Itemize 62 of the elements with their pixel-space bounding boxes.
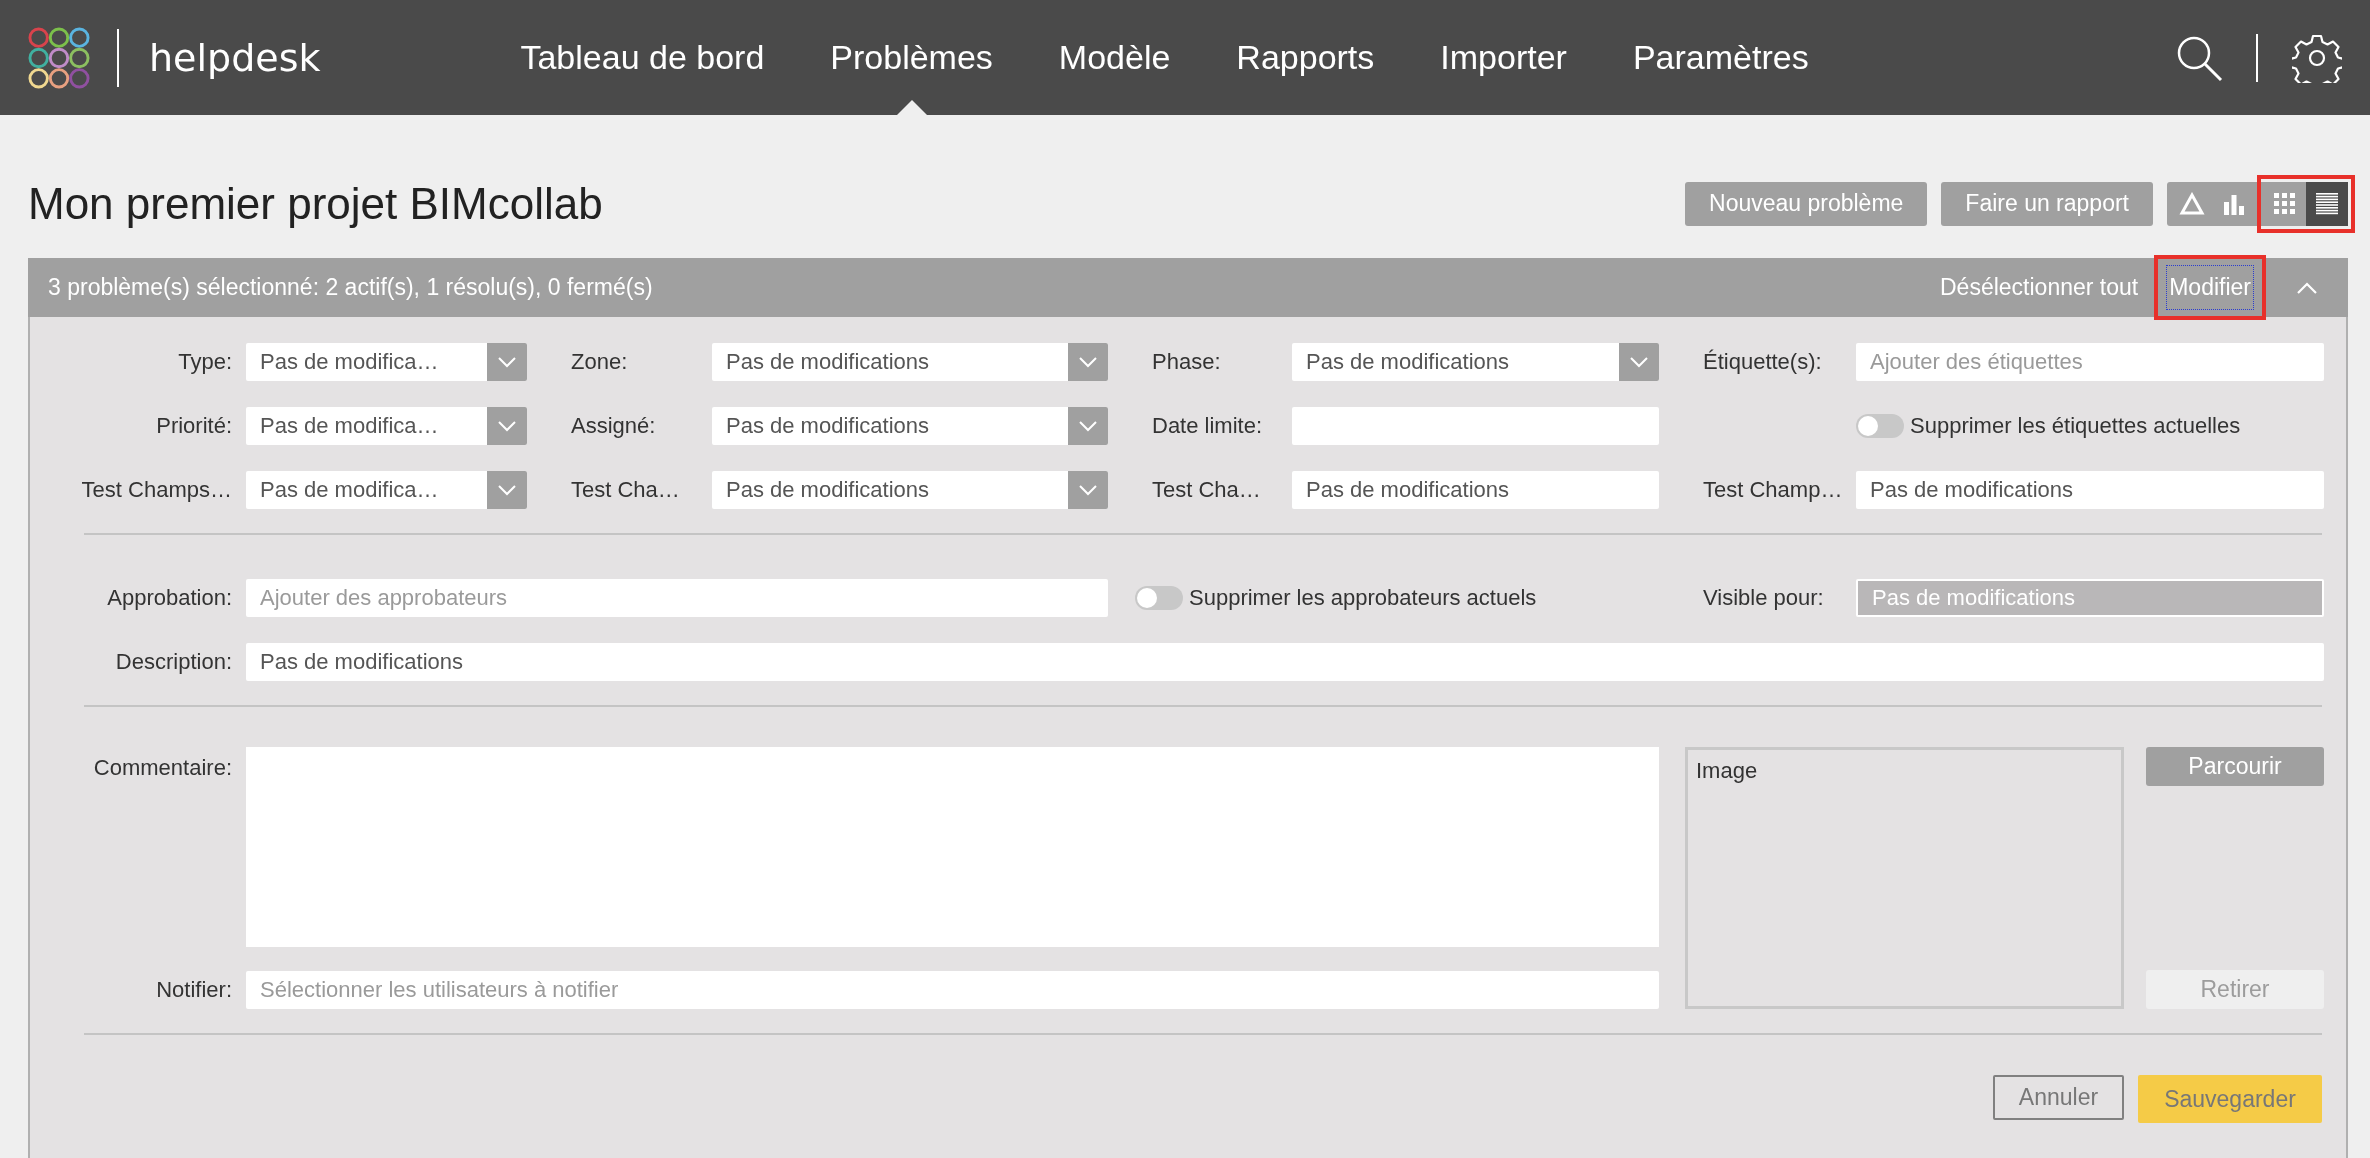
project-title: Mon premier projet BIMcollab [28, 178, 603, 229]
select-field[interactable]: Pas de modifications [712, 343, 1108, 381]
toggle-label: Supprimer les étiquettes actuelles [1910, 413, 2241, 439]
selection-summary: 3 problème(s) sélectionné: 2 actif(s), 1 résolu(s), 0 fermé(s) [48, 274, 654, 301]
field-label: Priorité: [155, 413, 233, 439]
nav-tab[interactable]: Tableau de bord [520, 0, 765, 115]
bar-chart-icon [2223, 192, 2245, 215]
select-field[interactable]: Pas de modifications [1292, 343, 1659, 381]
field-label: Description: [114, 649, 233, 675]
settings-icon[interactable] [2292, 32, 2342, 83]
toggle-switch[interactable] [1135, 586, 1183, 610]
logo-icon [28, 26, 90, 89]
caret-icon [1068, 407, 1108, 445]
input-field[interactable]: Ajouter des approbateurs [246, 579, 1108, 617]
toggle-label: Supprimer les approbateurs actuels [1189, 585, 1537, 611]
caret-icon [1619, 343, 1659, 381]
field-label: Phase: [1151, 349, 1222, 375]
caret-icon [487, 407, 527, 445]
triangle-icon [2179, 191, 2205, 216]
list-view-button[interactable] [2306, 181, 2348, 226]
toggle-switch[interactable] [1856, 414, 1904, 438]
input-field[interactable] [1292, 407, 1659, 445]
nav-tab[interactable]: Importer [1440, 0, 1567, 115]
collapse-icon[interactable] [2296, 280, 2318, 295]
field-label: Approbation: [106, 585, 233, 611]
image-label: Image [1696, 758, 1758, 783]
field-label: Type: [177, 349, 233, 375]
nav-tab[interactable]: Modèle [1058, 0, 1171, 115]
select-field[interactable]: Pas de modifications [712, 407, 1108, 445]
input-field[interactable]: Pas de modifications [1856, 579, 2324, 617]
input-field[interactable]: Sélectionner les utilisateurs à notifier [246, 971, 1659, 1009]
select-field[interactable]: Pas de modifica… [246, 471, 527, 509]
field-label: Test Cha… [570, 477, 681, 503]
caret-icon [487, 343, 527, 381]
nav-tab[interactable]: Problèmes [830, 0, 993, 115]
app-name: helpdesk [149, 35, 321, 80]
caret-icon [1068, 471, 1108, 509]
select-field[interactable]: Pas de modifications [712, 471, 1108, 509]
nav-tab[interactable]: Rapports [1236, 0, 1375, 115]
field-label: Test Cha… [1151, 477, 1262, 503]
input-field[interactable]: Pas de modifications [1856, 471, 2324, 509]
field-label: Commentaire: [92, 754, 233, 781]
caret-icon [1068, 343, 1108, 381]
field-label: Test Champ… [1702, 477, 1844, 503]
select-field[interactable]: Pas de modifica… [246, 343, 527, 381]
input-field[interactable]: Pas de modifications [246, 643, 2324, 681]
field-label: Test Champs… [80, 477, 233, 503]
comment-field[interactable] [246, 747, 1659, 947]
field-label: Zone: [570, 349, 629, 375]
field-label: Visible pour: [1702, 585, 1825, 611]
caret-icon [487, 471, 527, 509]
list-icon [2316, 192, 2338, 215]
input-field[interactable]: Ajouter des étiquettes [1856, 343, 2324, 381]
field-label: Date limite: [1151, 413, 1264, 439]
field-label: Assigné: [570, 413, 657, 439]
grid-icon [2274, 192, 2296, 215]
input-field[interactable]: Pas de modifications [1292, 471, 1659, 509]
nav-tab[interactable]: Paramètres [1632, 0, 1809, 115]
field-label: Étiquette(s): [1702, 349, 1823, 375]
field-label: Notifier: [155, 977, 233, 1003]
select-field[interactable]: Pas de modifica… [246, 407, 527, 445]
image-drop-area[interactable]: Image [1685, 747, 2124, 1009]
